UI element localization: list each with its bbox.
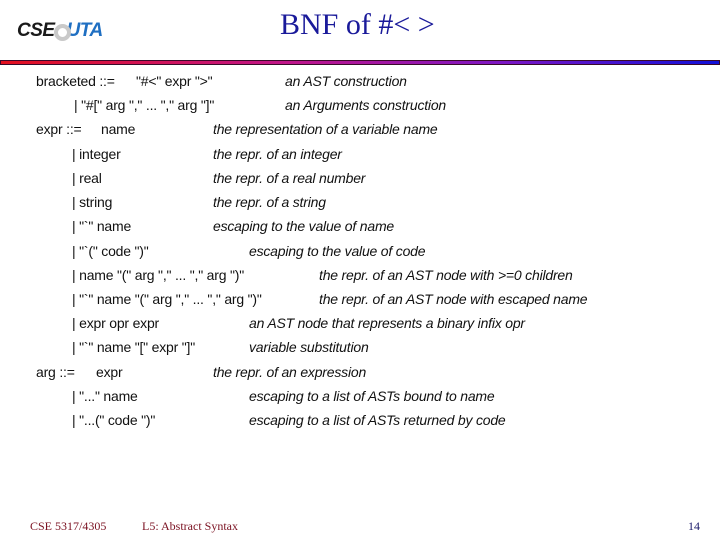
grammar-lhs: expr ::= [36,121,82,137]
grammar-desc: the repr. of an AST node with >=0 childr… [319,267,573,283]
footer-course: CSE 5317/4305 [30,519,107,533]
grammar-row: | "`" name escaping to the value of name [0,218,720,240]
footer-lecture: L5: Abstract Syntax [142,519,238,533]
grammar-rhs: | "`" name "[" expr "]" [72,339,195,355]
grammar-rhs: | name "(" arg "," ... "," arg ")" [72,267,244,283]
grammar-lhs: bracketed ::= [36,73,115,89]
grammar-row: | real the repr. of a real number [0,170,720,192]
grammar-row: expr ::= name the representation of a va… [0,121,720,143]
grammar-desc: escaping to the value of name [213,218,394,234]
grammar-rhs: | "#[" arg "," ... "," arg "]" [74,97,215,113]
grammar-rhs: name [101,121,136,137]
grammar-row: bracketed ::= "#<" expr ">" an AST const… [0,73,720,95]
grammar-rhs: | "..." name [72,388,138,404]
grammar-rhs: | "`" name [72,218,132,234]
grammar-desc: an Arguments construction [285,97,447,113]
grammar-row: | name "(" arg "," ... "," arg ")" the r… [0,267,720,289]
grammar-desc: escaping to a list of ASTs bound to name [249,388,495,404]
grammar-desc: the repr. of an integer [213,146,342,162]
grammar-table: bracketed ::= "#<" expr ">" an AST const… [0,0,720,540]
grammar-lhs: arg ::= [36,364,75,380]
grammar-rhs: | "...(" code ")" [72,412,156,428]
grammar-row: | string the repr. of a string [0,194,720,216]
grammar-rhs: | real [72,170,102,186]
grammar-row: | "#[" arg "," ... "," arg "]" an Argume… [0,97,720,119]
grammar-rhs: | "`(" code ")" [72,243,149,259]
grammar-rhs: | expr opr expr [72,315,160,331]
grammar-rhs: | string [72,194,113,210]
grammar-row: | "..." name escaping to a list of ASTs … [0,388,720,410]
grammar-desc: escaping to the value of code [249,243,426,259]
grammar-row: arg ::= expr the repr. of an expression [0,364,720,386]
grammar-desc: the repr. of an expression [213,364,367,380]
grammar-row: | "`" name "(" arg "," ... "," arg ")" t… [0,291,720,313]
grammar-desc: the representation of a variable name [213,121,438,137]
grammar-rhs: "#<" expr ">" [136,73,213,89]
grammar-desc: escaping to a list of ASTs returned by c… [249,412,506,428]
grammar-row: | integer the repr. of an integer [0,146,720,168]
grammar-rhs: expr [96,364,123,380]
grammar-desc: the repr. of a real number [213,170,366,186]
grammar-desc: the repr. of an AST node with escaped na… [319,291,588,307]
page-number: 14 [688,519,700,533]
grammar-desc: the repr. of a string [213,194,326,210]
grammar-row: | "`(" code ")" escaping to the value of… [0,243,720,265]
grammar-desc: variable substitution [249,339,369,355]
grammar-row: | "...(" code ")" escaping to a list of … [0,412,720,434]
grammar-rhs: | integer [72,146,121,162]
grammar-row: | "`" name "[" expr "]" variable substit… [0,339,720,361]
grammar-desc: an AST node that represents a binary inf… [249,315,525,331]
grammar-row: | expr opr expr an AST node that represe… [0,315,720,337]
grammar-desc: an AST construction [285,73,407,89]
grammar-rhs: | "`" name "(" arg "," ... "," arg ")" [72,291,262,307]
